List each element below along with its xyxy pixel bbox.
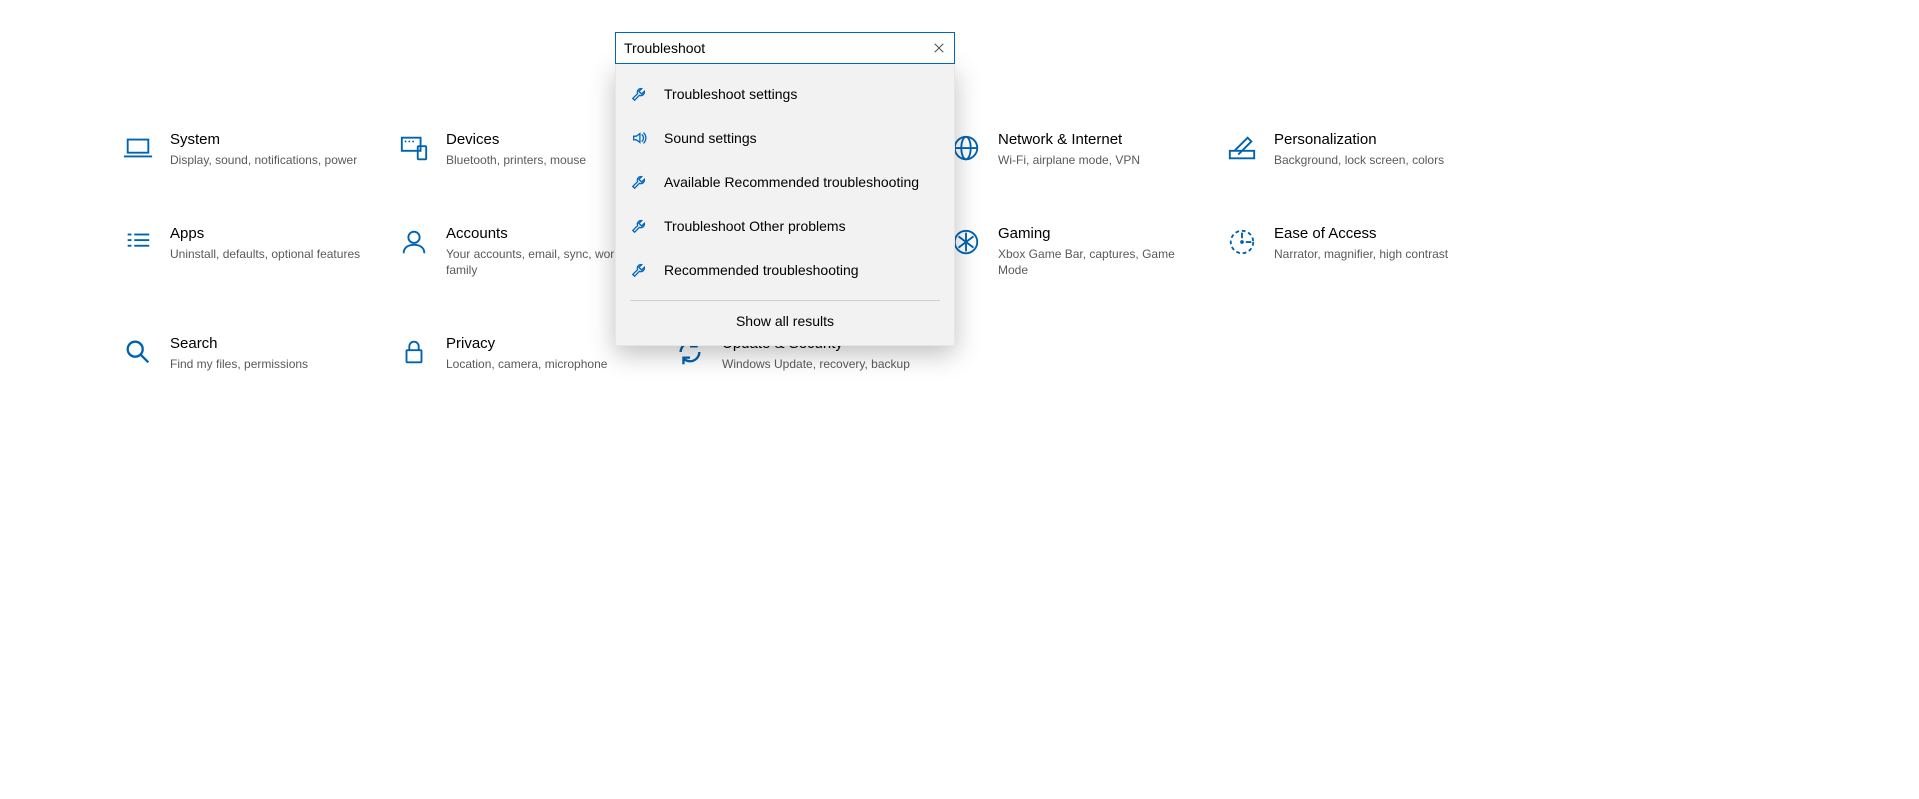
tile-title: Personalization	[1274, 130, 1444, 150]
tile-subtitle: Narrator, magnifier, high contrast	[1274, 246, 1448, 262]
search-result-item[interactable]: Available Recommended troubleshooting	[616, 160, 954, 204]
search-result-item[interactable]: Recommended troubleshooting	[616, 248, 954, 292]
account-icon	[396, 224, 432, 260]
search-box[interactable]	[615, 32, 955, 64]
tile-subtitle: Display, sound, notifications, power	[170, 152, 357, 168]
tile-title: Ease of Access	[1274, 224, 1448, 244]
tile-subtitle: Xbox Game Bar, captures, Game Mode	[998, 246, 1198, 278]
search-result-label: Troubleshoot settings	[664, 86, 797, 102]
tile-ease-of-access[interactable]: Ease of Access Narrator, magnifier, high …	[1224, 224, 1496, 278]
devices-icon	[396, 130, 432, 166]
wrench-icon	[630, 85, 648, 103]
search-result-label: Sound settings	[664, 130, 757, 146]
tile-subtitle: Find my files, permissions	[170, 356, 308, 372]
tile-apps[interactable]: Apps Uninstall, defaults, optional featur…	[120, 224, 392, 278]
search-result-label: Available Recommended troubleshooting	[664, 174, 919, 190]
search-result-item[interactable]: Sound settings	[616, 116, 954, 160]
search-result-label: Troubleshoot Other problems	[664, 218, 846, 234]
clear-search-icon[interactable]	[932, 41, 946, 55]
search-result-item[interactable]: Troubleshoot Other problems	[616, 204, 954, 248]
search-result-label: Recommended troubleshooting	[664, 262, 859, 278]
wrench-icon	[630, 173, 648, 191]
tile-gaming[interactable]: GamingXbox Game Bar, captures, Game Mode	[948, 224, 1220, 278]
tile-network-internet[interactable]: Network & Internet Wi-Fi, airplane mode, …	[948, 130, 1220, 168]
tile-title: Apps	[170, 224, 360, 244]
tile-title: Privacy	[446, 334, 607, 354]
tile-title: Gaming	[998, 224, 1198, 244]
search-icon	[120, 334, 156, 370]
search-results-panel: Troubleshoot settings Sound settings Avail…	[615, 64, 955, 346]
search-result-item[interactable]: Troubleshoot settings	[616, 72, 954, 116]
show-all-results[interactable]: Show all results	[616, 301, 954, 343]
pen-icon	[1224, 130, 1260, 166]
ease-icon	[1224, 224, 1260, 260]
wrench-icon	[630, 217, 648, 235]
wrench-icon	[630, 261, 648, 279]
laptop-icon	[120, 130, 156, 166]
sound-icon	[630, 129, 648, 147]
tile-title: Search	[170, 334, 308, 354]
tile-title: Devices	[446, 130, 586, 150]
tile-system[interactable]: System Display, sound, notifications, pow…	[120, 130, 392, 168]
tile-subtitle: Windows Update, recovery, backup	[722, 356, 910, 372]
tile-subtitle: Background, lock screen, colors	[1274, 152, 1444, 168]
search-input[interactable]	[624, 40, 932, 56]
tile-personalization[interactable]: Personalization Background, lock screen, …	[1224, 130, 1496, 168]
tile-search[interactable]: Search Find my files, permissions	[120, 334, 392, 372]
privacy-icon	[396, 334, 432, 370]
tile-subtitle: Bluetooth, printers, mouse	[446, 152, 586, 168]
tile-subtitle: Location, camera, microphone	[446, 356, 607, 372]
tile-title: System	[170, 130, 357, 150]
tile-title: Network & Internet	[998, 130, 1140, 150]
tile-subtitle: Wi-Fi, airplane mode, VPN	[998, 152, 1140, 168]
tile-subtitle: Uninstall, defaults, optional features	[170, 246, 360, 262]
apps-icon	[120, 224, 156, 260]
